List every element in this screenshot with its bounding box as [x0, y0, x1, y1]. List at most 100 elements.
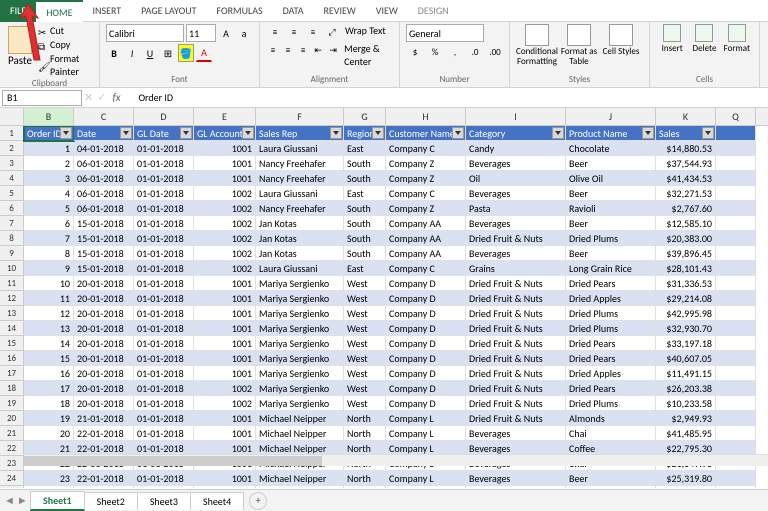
data-cell[interactable]: 14 — [24, 336, 74, 351]
data-cell[interactable]: $33,197.18 — [656, 336, 716, 351]
empty-cell[interactable] — [716, 276, 756, 291]
empty-cell[interactable] — [716, 141, 756, 156]
data-cell[interactable]: Mariya Sergienko — [256, 306, 344, 321]
data-cell[interactable]: Beverages — [466, 186, 566, 201]
row-header[interactable]: 23 — [0, 456, 24, 471]
row-header[interactable]: 3 — [0, 156, 24, 171]
percent-button[interactable]: % — [426, 44, 444, 60]
row-header[interactable]: 20 — [0, 411, 24, 426]
data-cell[interactable]: 13 — [24, 321, 74, 336]
row-header[interactable]: 18 — [0, 381, 24, 396]
data-cell[interactable]: Dried Pears — [566, 381, 656, 396]
header-cell[interactable]: GL Date — [134, 126, 194, 141]
data-cell[interactable]: West — [344, 276, 386, 291]
italic-button[interactable]: I — [124, 44, 140, 62]
data-cell[interactable]: Nancy Freehafer — [256, 156, 344, 171]
data-cell[interactable]: 2 — [24, 156, 74, 171]
increase-decimal-button[interactable]: .0 — [466, 44, 484, 60]
data-cell[interactable]: 1002 — [194, 396, 256, 411]
data-cell[interactable]: $10,233.58 — [656, 396, 716, 411]
data-cell[interactable]: $29,214.08 — [656, 291, 716, 306]
data-cell[interactable]: Mariya Sergienko — [256, 276, 344, 291]
data-cell[interactable]: 12 — [24, 306, 74, 321]
data-cell[interactable]: North — [344, 486, 386, 488]
data-cell[interactable]: $38,783.80 — [656, 486, 716, 488]
row-header[interactable]: 1 — [0, 126, 24, 141]
data-cell[interactable]: 10 — [24, 276, 74, 291]
data-cell[interactable]: $11,491.15 — [656, 366, 716, 381]
data-cell[interactable]: 1001 — [194, 486, 256, 488]
data-cell[interactable]: Company D — [386, 306, 466, 321]
col-header-E[interactable]: E — [194, 108, 256, 125]
data-cell[interactable]: 22-01-2018 — [74, 426, 134, 441]
data-cell[interactable]: 1002 — [194, 261, 256, 276]
empty-cell[interactable] — [716, 201, 756, 216]
filter-icon[interactable] — [452, 127, 464, 139]
data-cell[interactable]: 01-01-2018 — [134, 171, 194, 186]
merge-center-button[interactable]: Merge & Center — [344, 42, 393, 68]
increase-indent-button[interactable]: ⇥ — [326, 42, 340, 58]
row-header[interactable]: 24 — [0, 471, 24, 486]
data-cell[interactable]: Company L — [386, 486, 466, 488]
empty-cell[interactable] — [716, 246, 756, 261]
empty-cell[interactable] — [716, 186, 756, 201]
cell-styles-button[interactable]: Cell Styles — [600, 24, 642, 57]
row-header[interactable]: 15 — [0, 336, 24, 351]
data-cell[interactable]: Company AA — [386, 216, 466, 231]
data-cell[interactable]: West — [344, 396, 386, 411]
data-cell[interactable]: West — [344, 381, 386, 396]
data-cell[interactable]: East — [344, 186, 386, 201]
data-cell[interactable]: $20,383.00 — [656, 231, 716, 246]
col-header-F[interactable]: F — [256, 108, 344, 125]
row-header[interactable]: 5 — [0, 186, 24, 201]
data-cell[interactable]: Dried Fruit & Nuts — [466, 381, 566, 396]
data-cell[interactable]: West — [344, 291, 386, 306]
data-cell[interactable]: $2,767.60 — [656, 201, 716, 216]
empty-cell[interactable] — [716, 426, 756, 441]
data-cell[interactable]: 01-01-2018 — [134, 261, 194, 276]
data-cell[interactable]: Olive Oil — [566, 171, 656, 186]
data-cell[interactable]: Dried Plums — [566, 321, 656, 336]
data-cell[interactable]: Jan Kotas — [256, 246, 344, 261]
data-cell[interactable]: 1001 — [194, 411, 256, 426]
col-header-B[interactable]: B — [24, 108, 74, 125]
data-cell[interactable]: Dried Pears — [566, 351, 656, 366]
empty-cell[interactable] — [716, 291, 756, 306]
data-cell[interactable]: 01-01-2018 — [134, 381, 194, 396]
header-cell[interactable]: GL Account — [194, 126, 256, 141]
data-cell[interactable]: 01-01-2018 — [134, 186, 194, 201]
data-cell[interactable]: 1001 — [194, 291, 256, 306]
conditional-formatting-button[interactable]: Conditional Formatting — [516, 24, 558, 67]
row-header[interactable]: 13 — [0, 306, 24, 321]
empty-cell[interactable] — [716, 486, 756, 488]
header-cell[interactable]: Customer Name — [386, 126, 466, 141]
data-cell[interactable]: North — [344, 426, 386, 441]
data-cell[interactable]: 1001 — [194, 351, 256, 366]
data-cell[interactable]: $14,880.53 — [656, 141, 716, 156]
data-cell[interactable]: Beer — [566, 186, 656, 201]
data-cell[interactable]: 01-01-2018 — [134, 351, 194, 366]
sheet-prev-icon[interactable]: ◄ — [4, 494, 15, 507]
data-cell[interactable]: 20-01-2018 — [74, 306, 134, 321]
fill-color-button[interactable]: 🪣 — [178, 44, 194, 62]
col-header-Q[interactable]: Q — [716, 108, 756, 125]
data-cell[interactable]: Company Z — [386, 201, 466, 216]
tab-file[interactable]: FILE — [0, 0, 36, 22]
data-cell[interactable]: Dried Pears — [566, 336, 656, 351]
data-cell[interactable]: 01-01-2018 — [134, 411, 194, 426]
data-cell[interactable]: Dried Plums — [566, 231, 656, 246]
data-cell[interactable]: Michael Neipper — [256, 486, 344, 488]
data-cell[interactable]: 21-01-2018 — [74, 411, 134, 426]
data-cell[interactable]: Grains — [466, 261, 566, 276]
data-cell[interactable]: Company C — [386, 141, 466, 156]
data-cell[interactable]: $39,896.45 — [656, 246, 716, 261]
filter-icon[interactable] — [242, 127, 254, 139]
data-cell[interactable]: 01-01-2018 — [134, 216, 194, 231]
col-header-H[interactable]: H — [386, 108, 466, 125]
data-cell[interactable]: North — [344, 411, 386, 426]
data-cell[interactable]: Beverages — [466, 486, 566, 488]
data-cell[interactable]: 9 — [24, 261, 74, 276]
filter-icon[interactable] — [60, 127, 72, 139]
row-header[interactable]: 21 — [0, 426, 24, 441]
font-size-select[interactable] — [186, 24, 216, 42]
